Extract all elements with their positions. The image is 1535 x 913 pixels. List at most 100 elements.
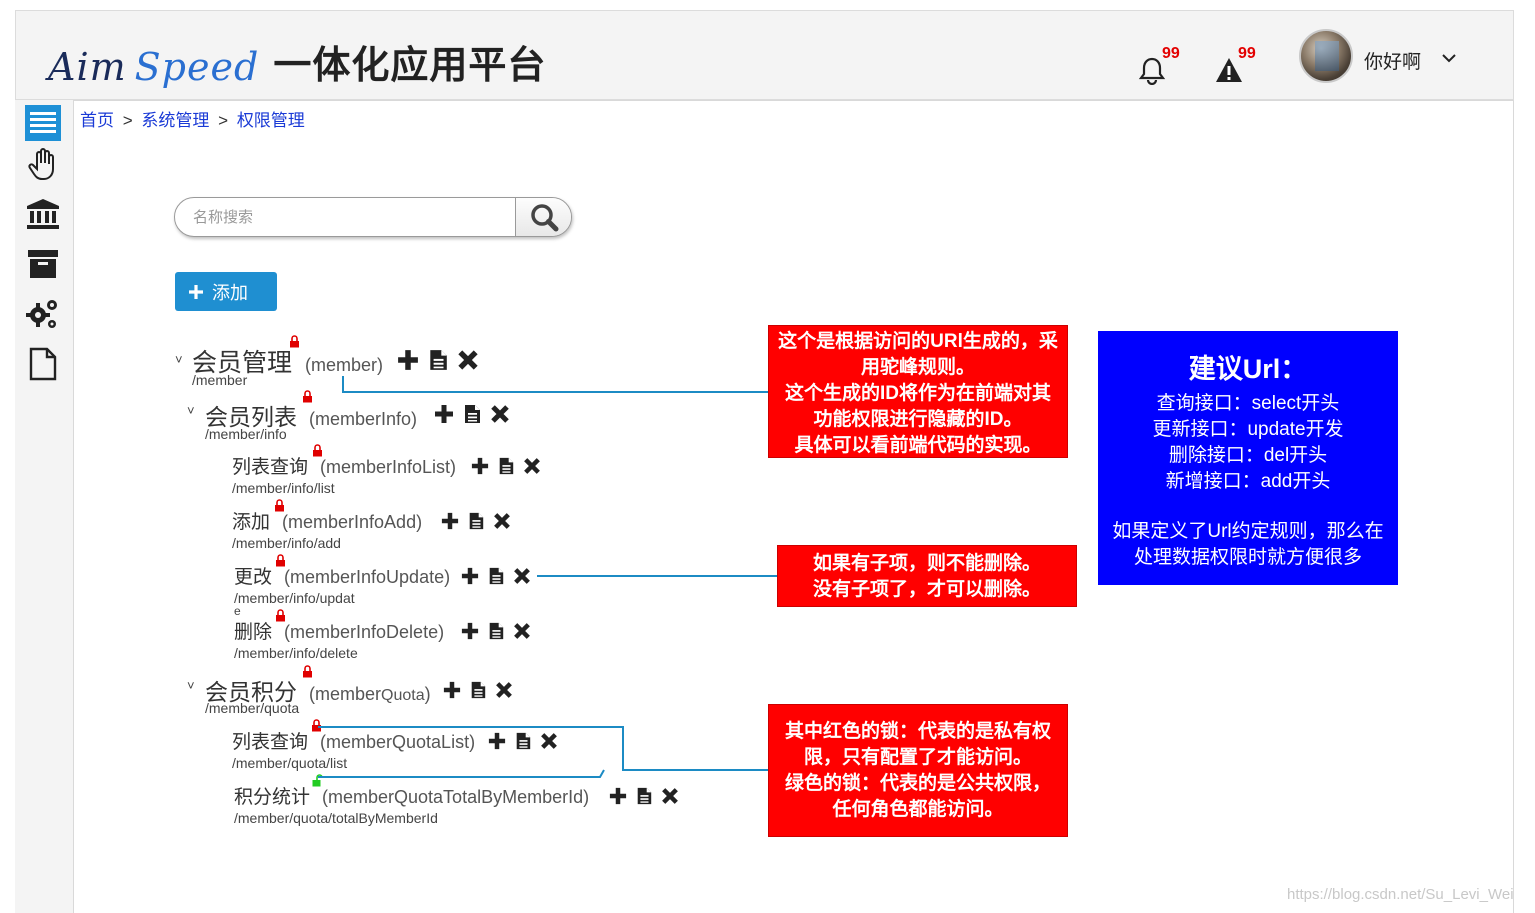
sidebar-item-file[interactable]	[25, 346, 61, 382]
document-icon[interactable]	[467, 512, 485, 530]
plus-icon[interactable]	[488, 732, 506, 750]
app-logo[interactable]: Aim Speed 一体化应用平台	[48, 39, 546, 89]
search-box	[174, 197, 572, 237]
callout-line: 更新接口：update开发	[1152, 419, 1344, 440]
callout-line: 这个是根据访问的URl生成的，采	[778, 331, 1058, 352]
document-icon[interactable]	[514, 732, 532, 750]
document-icon[interactable]	[469, 681, 487, 699]
tree-node[interactable]: 更改 (memberInfoUpdate)	[234, 562, 450, 589]
expand-caret[interactable]: ˅	[175, 352, 183, 367]
logo-text-cn: 一体化应用平台	[273, 45, 547, 87]
node-name[interactable]: 添加	[232, 512, 270, 533]
document-icon[interactable]	[462, 404, 482, 424]
callout-id-rule: 这个是根据访问的URl生成的，采 用驼峰规则。 这个生成的ID将作为在前端对其 …	[768, 325, 1068, 458]
breadcrumb-separator: >	[122, 111, 133, 130]
node-code: (memberQuota)	[309, 684, 431, 704]
callout-line: 查询接口：select开头	[1156, 393, 1340, 414]
plus-icon[interactable]	[609, 787, 627, 805]
lock-icon	[275, 499, 284, 512]
tree-node[interactable]: 删除 (memberInfoDelete)	[234, 617, 444, 644]
close-icon[interactable]	[493, 512, 511, 530]
node-actions	[609, 787, 679, 805]
node-code: (memberInfoDelete)	[284, 622, 445, 642]
node-path: /member/info/list	[232, 480, 335, 496]
close-icon[interactable]	[513, 622, 531, 640]
lock-icon	[290, 335, 299, 348]
tree-node[interactable]: 列表查询 (memberQuotaList)	[232, 727, 475, 754]
notification-count-badge: 99	[1162, 45, 1180, 62]
close-icon[interactable]	[540, 732, 558, 750]
node-path: /member/info/add	[232, 535, 341, 551]
node-code: (member)	[305, 355, 384, 375]
node-name[interactable]: 积分统计	[234, 787, 310, 808]
breadcrumb-permission[interactable]: 权限管理	[237, 111, 305, 130]
lock-icon	[276, 609, 285, 622]
sidebar-item-settings[interactable]	[25, 296, 61, 332]
sidebar-item-bank[interactable]	[25, 196, 61, 232]
chevron-down-icon[interactable]	[1440, 49, 1458, 67]
callout-line: 功能权限进行隐藏的ID。	[813, 409, 1023, 430]
node-actions	[471, 457, 541, 475]
close-icon[interactable]	[513, 567, 531, 585]
callout-line: 删除接口：del开头	[1168, 445, 1328, 466]
plus-icon[interactable]	[471, 457, 489, 475]
alert-count-badge: 99	[1238, 45, 1256, 62]
tree-node[interactable]: 添加 (memberInfoAdd)	[232, 507, 422, 534]
node-actions	[434, 404, 510, 424]
document-icon[interactable]	[497, 457, 515, 475]
callout-line: 处理数据权限时就方便很多	[1133, 547, 1362, 568]
node-name[interactable]: 列表查询	[232, 732, 308, 753]
plus-icon[interactable]	[434, 404, 454, 424]
username-label[interactable]: 你好啊	[1364, 47, 1421, 74]
expand-caret[interactable]: ˅	[187, 678, 195, 693]
plus-icon[interactable]	[441, 512, 459, 530]
avatar[interactable]	[1299, 29, 1353, 83]
document-icon[interactable]	[487, 567, 505, 585]
node-code: (memberInfoList)	[320, 457, 457, 477]
callout-title: 建议Url：	[1188, 354, 1308, 384]
lock-open-icon	[312, 774, 323, 787]
sidebar-item-hand[interactable]	[25, 147, 61, 183]
page: { "header": { "logo_en_a": "Aim", "logo_…	[0, 0, 1535, 913]
tree-node[interactable]: 列表查询 (memberInfoList)	[232, 452, 456, 479]
tree-node[interactable]: 积分统计 (memberQuotaTotalByMemberId)	[234, 782, 589, 809]
search-input[interactable]	[175, 198, 515, 236]
node-path: /member/info/updat	[234, 590, 355, 606]
sidebar-item-archive[interactable]	[25, 246, 61, 282]
breadcrumb-home[interactable]: 首页	[80, 111, 114, 130]
plus-icon[interactable]	[443, 681, 461, 699]
document-icon[interactable]	[487, 622, 505, 640]
plus-icon[interactable]	[461, 567, 479, 585]
node-path: /member	[192, 372, 248, 388]
expand-caret[interactable]: ˅	[187, 403, 195, 418]
callout-line: 没有子项了，才可以删除。	[812, 579, 1041, 600]
close-icon[interactable]	[495, 681, 513, 699]
node-actions	[443, 681, 513, 699]
sidebar-item-menu[interactable]	[25, 105, 61, 141]
plus-icon[interactable]	[461, 622, 479, 640]
close-icon[interactable]	[661, 787, 679, 805]
archive-icon	[28, 250, 58, 278]
search-button[interactable]	[515, 198, 571, 236]
callout-line: 绿色的锁：代表的是公共权限，	[784, 773, 1051, 794]
document-icon[interactable]	[427, 349, 449, 371]
node-actions	[397, 349, 479, 371]
lock-icon	[303, 665, 312, 678]
callout-line: 如果定义了Url约定规则，那么在	[1112, 521, 1384, 542]
document-icon[interactable]	[635, 787, 653, 805]
node-actions	[461, 567, 531, 585]
node-name[interactable]: 删除	[234, 622, 272, 643]
callout-line: 任何角色都能访问。	[832, 799, 1004, 820]
add-button[interactable]: 添加	[175, 272, 277, 311]
file-icon	[29, 347, 57, 381]
node-name[interactable]: 更改	[234, 567, 272, 588]
node-code: (memberInfo)	[309, 409, 418, 429]
breadcrumb-system[interactable]: 系统管理	[141, 111, 209, 130]
close-icon[interactable]	[457, 349, 479, 371]
node-name[interactable]: 列表查询	[232, 457, 308, 478]
callout-line: 这个生成的ID将作为在前端对其	[784, 383, 1051, 404]
plus-icon[interactable]	[397, 349, 419, 371]
close-icon[interactable]	[523, 457, 541, 475]
close-icon[interactable]	[490, 404, 510, 424]
node-code-part: Quota	[381, 687, 425, 704]
